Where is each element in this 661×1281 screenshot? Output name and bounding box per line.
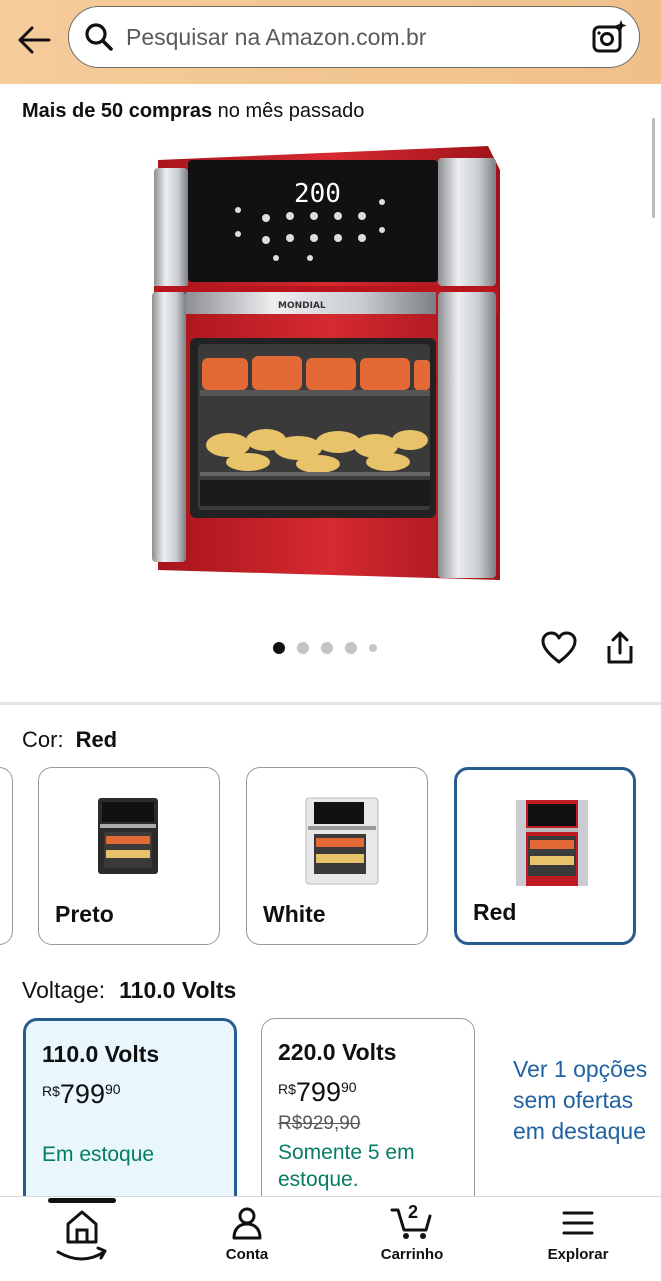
search-bar[interactable]: Pesquisar na Amazon.com.br [68,6,640,68]
voltage-option-110[interactable]: 110.0 Volts R$79990 Em estoque [23,1018,237,1218]
voltage-selected-value: 110.0 Volts [119,977,237,1003]
color-swatch-label: Red [473,899,517,925]
color-selected-value: Red [75,727,118,752]
old-price: R$929,90 [278,1113,361,1134]
color-swatch-red[interactable]: Red [454,767,636,945]
price: R$79990 [278,1077,357,1108]
nav-explore[interactable]: Explorar [518,1206,638,1263]
top-bar: Pesquisar na Amazon.com.br [0,0,661,84]
price-whole: 799 [295,1077,341,1107]
gallery-dot[interactable] [273,642,285,654]
gallery-dot[interactable] [369,644,377,652]
color-swatch-label: White [263,901,326,927]
home-icon [22,1206,142,1266]
voltage-label-text: Voltage: [22,977,106,1003]
stock-status: Somente 5 em estoque. [278,1141,415,1191]
gallery-dot[interactable] [321,642,333,654]
product-image[interactable]: 200 MONDIAL [148,140,508,597]
svg-text:MONDIAL: MONDIAL [278,301,326,311]
nav-cart[interactable]: 2 Carrinho [352,1202,472,1263]
camera-lens-icon[interactable] [591,19,627,60]
section-divider [0,702,661,705]
voltage-option-220[interactable]: 220.0 Volts R$79990 R$929,90 Somente 5 e… [261,1018,475,1218]
color-swatch-thumb [94,794,162,883]
color-swatch-thumb [512,796,592,895]
nav-account[interactable]: Conta [187,1206,307,1263]
share-icon[interactable] [604,630,636,671]
heart-icon[interactable] [540,630,578,671]
search-icon [83,21,115,58]
color-swatch-preto[interactable]: Preto [38,767,220,945]
nav-home[interactable] [22,1206,142,1266]
purchase-count-rest: no mês passado [217,100,365,122]
scrollbar[interactable] [652,118,655,218]
back-arrow-icon[interactable] [14,20,54,60]
gallery-dot[interactable] [345,642,357,654]
voltage-label: Voltage: 110.0 Volts [22,977,236,1004]
account-icon [187,1206,307,1240]
stock-status: Em estoque [42,1143,155,1166]
nav-explore-label: Explorar [547,1246,609,1263]
price-currency: R$ [42,1083,60,1099]
price-fraction: 90 [104,1081,121,1097]
nav-account-label: Conta [225,1246,269,1263]
see-more-options-link[interactable]: Ver 1 opções sem ofertas em destaque [513,1054,653,1147]
price-whole: 799 [59,1079,105,1109]
price: R$79990 [42,1079,121,1110]
price-currency: R$ [278,1081,296,1097]
color-label-text: Cor: [22,727,64,752]
price-fraction: 90 [340,1079,357,1095]
nav-active-indicator [48,1198,116,1203]
voltage-option-title: 110.0 Volts [42,1041,160,1067]
color-swatch-white[interactable]: White [246,767,428,945]
menu-icon [518,1206,638,1240]
gallery-dots[interactable] [273,642,377,654]
purchase-count-bold: Mais de 50 compras [22,100,213,122]
color-swatch-partial[interactable] [0,767,13,945]
gallery-dot[interactable] [297,642,309,654]
color-swatch-label: Preto [55,901,114,927]
nav-cart-label: Carrinho [380,1246,444,1263]
voltage-option-title: 220.0 Volts [278,1039,397,1065]
purchase-count: Mais de 50 compras no mês passado [22,100,364,123]
cart-count-badge: 2 [408,1202,419,1222]
cart-icon: 2 [352,1202,472,1240]
color-label: Cor: Red [22,727,117,753]
color-swatch-thumb [302,794,382,893]
svg-text:200: 200 [294,179,341,209]
search-input[interactable]: Pesquisar na Amazon.com.br [126,24,426,51]
